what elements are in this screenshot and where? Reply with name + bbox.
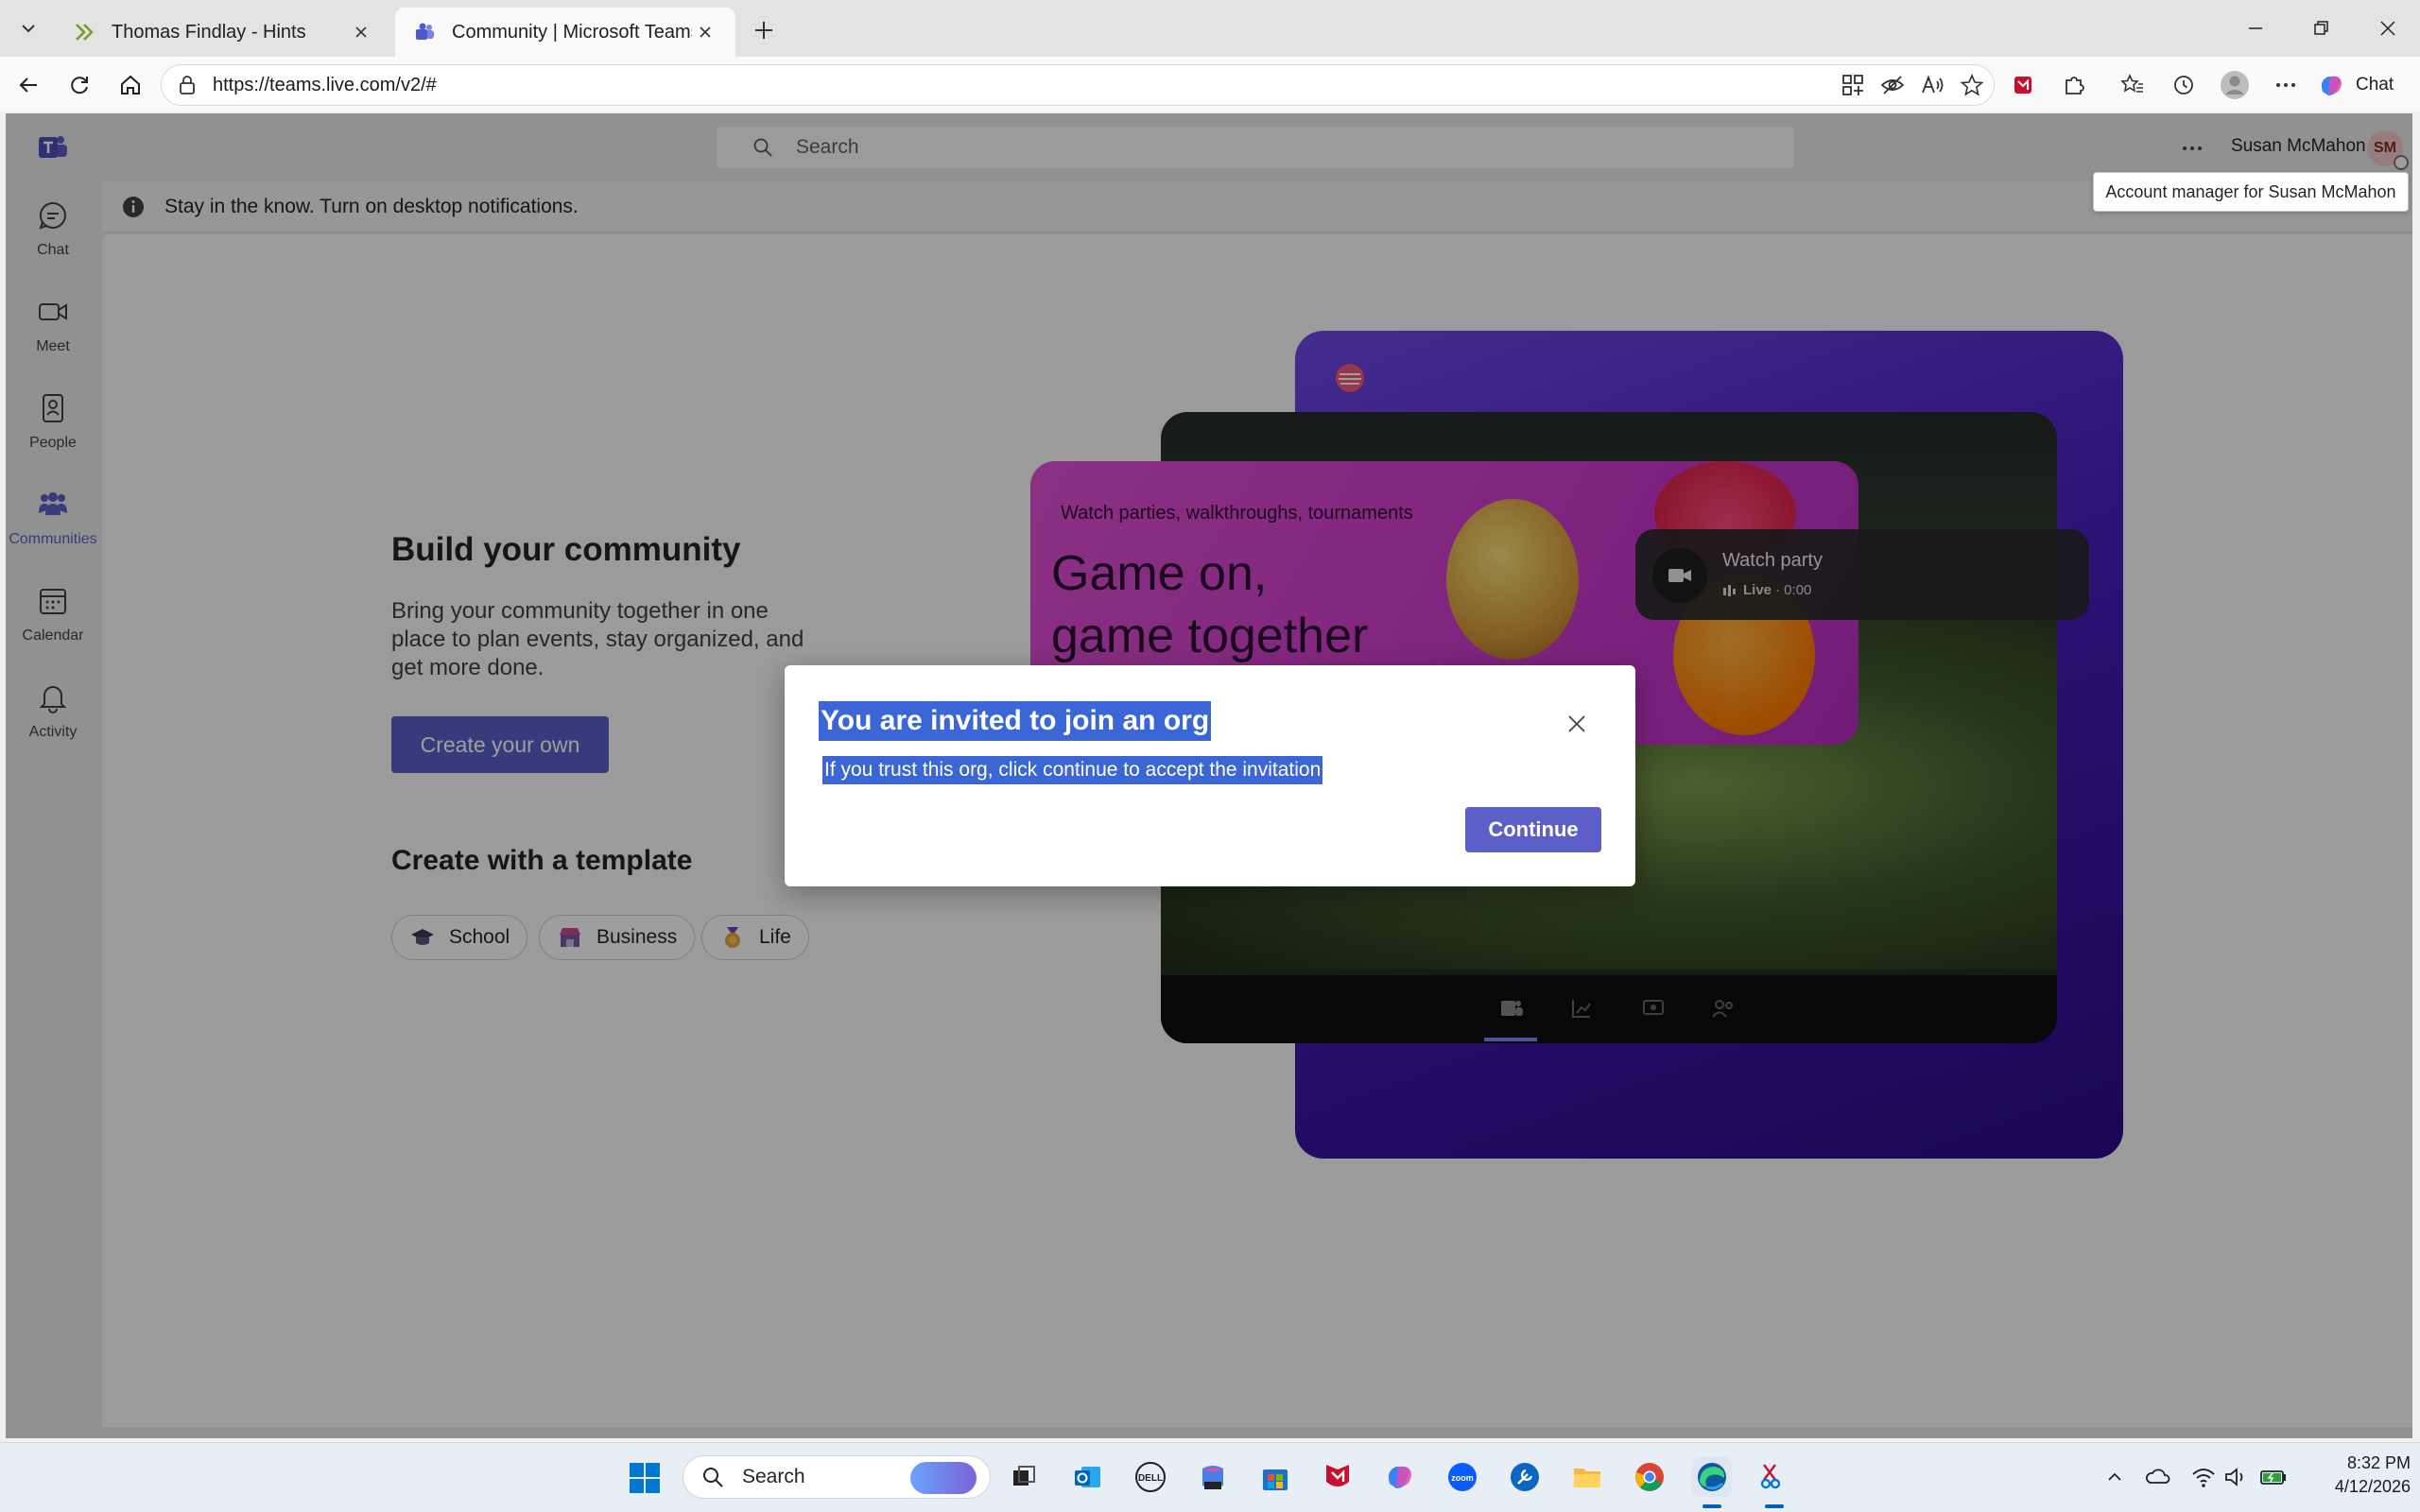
taskbar-search[interactable]: Search [683,1455,991,1499]
volume-icon[interactable] [2221,1463,2250,1491]
history-icon[interactable] [2165,66,2203,104]
clock-time: 8:32 PM [2346,1453,2411,1472]
address-bar[interactable]: https://teams.live.com/v2/# [161,64,1995,106]
snipping-tool-icon[interactable] [1754,1457,1794,1497]
copilot-icon [2316,70,2346,100]
extensions-puzzle-icon[interactable] [2055,66,2093,104]
extension-shield-icon[interactable] [2004,66,2042,104]
windows-start-icon[interactable] [628,1461,662,1495]
tracking-prevention-eye-icon[interactable] [1874,66,1911,104]
dell-icon[interactable]: DELL [1131,1457,1170,1497]
site-info-lock-icon[interactable] [175,73,199,97]
onedrive-sync-icon[interactable] [2144,1463,2172,1491]
read-aloud-icon[interactable] [1913,66,1951,104]
minimize-icon[interactable] [2223,0,2288,57]
snipping-running-indicator [1765,1504,1784,1508]
tab-close-icon[interactable] [692,19,718,45]
new-tab-plus-icon[interactable] [747,13,781,47]
search-icon [700,1465,725,1489]
favorite-star-icon[interactable] [1953,66,1991,104]
tab-title: Community | Microsoft Teams [452,21,692,43]
microsoft-store-icon[interactable] [1255,1457,1295,1497]
mcafee-icon[interactable] [1318,1457,1357,1497]
hints-favicon-icon [72,20,96,44]
edge-icon[interactable] [1692,1457,1732,1497]
task-view-icon[interactable] [1004,1457,1044,1497]
teams-favicon-icon [412,20,437,44]
back-arrow-icon[interactable] [9,66,47,104]
taskbar-clock[interactable]: 8:32 PM 4/12/2026 [2307,1452,2411,1499]
battery-icon[interactable] [2259,1463,2288,1491]
invite-dialog: You are invited to join an org If you tr… [785,665,1635,886]
copilot-chat-button[interactable]: Chat [2316,66,2394,104]
dialog-title: You are invited to join an org [819,701,1212,741]
wifi-icon[interactable] [2189,1463,2218,1491]
copilot-app-icon[interactable] [1380,1457,1420,1497]
browser-tab-teams[interactable]: Community | Microsoft Teams [395,8,735,57]
profile-avatar-icon[interactable] [2216,66,2254,104]
file-explorer-icon[interactable] [1567,1457,1607,1497]
dialog-body: If you trust this org, click continue to… [822,756,1323,784]
refresh-icon[interactable] [60,66,98,104]
zoom-icon[interactable]: zoom [1443,1457,1482,1497]
favorites-list-icon[interactable] [2114,66,2152,104]
copilot-chat-label: Chat [2356,75,2394,94]
support-assist-icon[interactable] [1505,1457,1545,1497]
outlook-icon[interactable] [1068,1457,1108,1497]
svg-text:DELL: DELL [1138,1473,1163,1484]
tab-title: Thomas Findlay - Hints [112,21,306,43]
edge-running-indicator [1703,1504,1721,1508]
show-hidden-icons-chevron-icon[interactable] [2100,1463,2129,1491]
taskbar-search-label: Search [742,1466,805,1487]
account-manager-tooltip: Account manager for Susan McMahon [2093,172,2409,212]
continue-button[interactable]: Continue [1465,807,1601,852]
restore-icon[interactable] [2290,0,2354,57]
tab-actions-chevron-icon[interactable] [9,11,47,45]
dialog-close-icon[interactable] [1560,707,1594,741]
home-icon[interactable] [112,66,149,104]
microsoft-365-icon[interactable] [1193,1457,1233,1497]
url-text: https://teams.live.com/v2/# [213,74,437,95]
app-available-icon[interactable] [1834,66,1872,104]
search-highlight-image [910,1462,977,1494]
chrome-icon[interactable] [1630,1457,1669,1497]
settings-more-icon[interactable] [2267,66,2305,104]
svg-text:zoom: zoom [1451,1473,1474,1483]
tab-close-icon[interactable] [348,19,374,45]
browser-tab-strip: Thomas Findlay - Hints Community | Micro… [0,0,2420,57]
close-window-icon[interactable] [2356,0,2420,57]
clock-date: 4/12/2026 [2334,1477,2411,1496]
browser-tab-hints[interactable]: Thomas Findlay - Hints [55,8,391,57]
